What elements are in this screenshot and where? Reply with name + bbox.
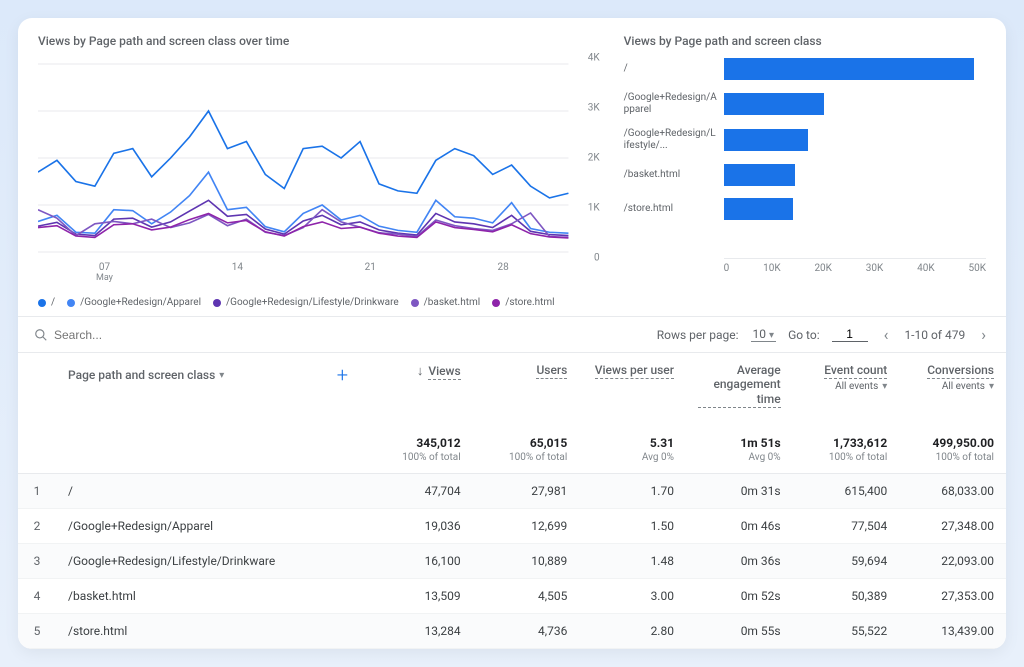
bar-row: /store.html bbox=[624, 198, 986, 220]
bar-chart-panel: Views by Page path and screen class / /Go… bbox=[624, 34, 986, 308]
table-row[interactable]: 5/store.html13,2844,7362.800m 55s55,5221… bbox=[18, 614, 1006, 649]
line-chart-panel: Views by Page path and screen class over… bbox=[38, 34, 600, 308]
table-row[interactable]: 2/Google+Redesign/Apparel19,03612,6991.5… bbox=[18, 509, 1006, 544]
line-legend: / /Google+Redesign/Apparel/Google+Redesig… bbox=[38, 297, 600, 308]
dimension-header[interactable]: Page path and screen class bbox=[68, 368, 215, 382]
goto-label: Go to: bbox=[788, 328, 820, 342]
data-table: Page path and screen class ▾ + ↓ Views U… bbox=[18, 353, 1006, 649]
bar-row: /Google+Redesign/Lifestyle/... bbox=[624, 128, 986, 152]
line-chart bbox=[38, 58, 600, 258]
col-users[interactable]: Users bbox=[536, 363, 567, 379]
col-event[interactable]: Event count bbox=[824, 363, 887, 379]
chevron-down-icon[interactable]: ▾ bbox=[882, 381, 887, 392]
col-event-filter[interactable]: All events bbox=[835, 381, 878, 392]
table-row[interactable]: 4/basket.html13,5094,5053.000m 52s50,389… bbox=[18, 579, 1006, 614]
bar-chart: / /Google+Redesign/Apparel/Google+Redesig… bbox=[624, 58, 986, 258]
table-row[interactable]: 3/Google+Redesign/Lifestyle/Drinkware16,… bbox=[18, 544, 1006, 579]
add-dimension-button[interactable]: + bbox=[337, 363, 348, 387]
col-conv[interactable]: Conversions bbox=[927, 363, 994, 379]
rows-per-page-label: Rows per page: bbox=[657, 328, 739, 342]
search-icon[interactable] bbox=[34, 328, 48, 342]
goto-input[interactable] bbox=[832, 327, 868, 342]
legend-item[interactable]: /Google+Redesign/Lifestyle/Drinkware bbox=[213, 297, 399, 308]
table-toolbar: Rows per page: 10 ▾ Go to: ‹ 1-10 of 479… bbox=[18, 317, 1006, 353]
chevron-down-icon: ▾ bbox=[769, 330, 774, 341]
sort-arrow-icon[interactable]: ↓ bbox=[417, 364, 424, 379]
bar-row: /Google+Redesign/Apparel bbox=[624, 92, 986, 116]
col-aet[interactable]: Average engagement time bbox=[698, 363, 781, 408]
bar-row: /basket.html bbox=[624, 164, 986, 186]
rows-per-page-select[interactable]: 10 ▾ bbox=[751, 327, 777, 342]
next-page-button[interactable]: › bbox=[977, 325, 990, 344]
chevron-down-icon[interactable]: ▾ bbox=[219, 370, 224, 381]
bar-chart-title: Views by Page path and screen class bbox=[624, 34, 986, 48]
table-row[interactable]: 1/47,70427,9811.700m 31s615,40068,033.00 bbox=[18, 474, 1006, 509]
page-range: 1-10 of 479 bbox=[904, 328, 965, 342]
col-views[interactable]: Views bbox=[428, 364, 460, 380]
chevron-down-icon[interactable]: ▾ bbox=[989, 381, 994, 392]
legend-item[interactable]: / bbox=[38, 297, 55, 308]
line-x-axis: 07May142128 bbox=[38, 262, 600, 283]
search-input[interactable] bbox=[54, 328, 254, 342]
line-chart-title: Views by Page path and screen class over… bbox=[38, 34, 600, 48]
legend-item[interactable]: /basket.html bbox=[411, 297, 481, 308]
col-conv-filter[interactable]: All events bbox=[942, 381, 985, 392]
analytics-report-card: Views by Page path and screen class over… bbox=[18, 18, 1006, 649]
bar-row: / bbox=[624, 58, 986, 80]
legend-item[interactable]: /Google+Redesign/Apparel bbox=[67, 297, 201, 308]
bar-x-axis: 010K20K30K40K50K bbox=[724, 258, 986, 274]
prev-page-button[interactable]: ‹ bbox=[880, 325, 893, 344]
col-vpu[interactable]: Views per user bbox=[595, 363, 674, 379]
legend-item[interactable]: /store.html bbox=[492, 297, 554, 308]
